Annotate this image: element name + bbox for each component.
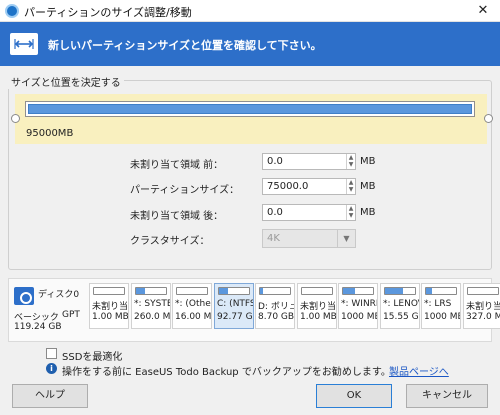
- partition-usage-fill: [343, 288, 355, 294]
- partition-size-input[interactable]: 75000.0 ▲ ▼: [262, 178, 356, 195]
- partition-name: *: WINRE: [341, 299, 377, 309]
- partition-size: 15.55 GB: [383, 312, 419, 322]
- partition-usage-bar: [301, 287, 333, 295]
- partition-usage-bar: [135, 287, 167, 295]
- disk-icon: [14, 287, 34, 305]
- right-resize-handle[interactable]: [484, 114, 493, 123]
- info-icon: i: [46, 363, 57, 374]
- unalloc-after-label: 未割り当て領域 後：: [130, 211, 224, 222]
- partition-name: *: (Other): [175, 299, 211, 309]
- partition-tile[interactable]: 未割り当て327.0 MB: [463, 283, 500, 329]
- partition-size: 16.00 MB: [175, 312, 211, 322]
- header-text: 新しいパーティションサイズと位置を確認して下さい。: [48, 39, 322, 52]
- product-page-link[interactable]: 製品ページへ: [389, 363, 449, 378]
- partition-name: *: LRS: [424, 299, 452, 309]
- partition-usage-fill: [260, 288, 263, 294]
- cluster-size-label: クラスタサイズ：: [130, 236, 210, 247]
- unalloc-before-input[interactable]: 0.0 ▲ ▼: [262, 153, 356, 170]
- partition-size: 8.70 GB: [258, 312, 294, 322]
- partition-name: C: (NTFS): [217, 299, 253, 309]
- partition-tile[interactable]: C: (NTFS) 92.77 GB: [214, 283, 254, 329]
- group-legend: サイズと位置を決定する: [8, 74, 124, 89]
- partition-usage-bar: [218, 287, 250, 295]
- partition-size: 1.00 MB: [92, 312, 128, 322]
- ssd-optimize-checkbox[interactable]: [46, 348, 57, 359]
- partition-tile[interactable]: 未割り当て1.00 MB: [89, 283, 129, 329]
- chevron-down-icon: ▼: [337, 230, 355, 247]
- partition-bar-fill[interactable]: [28, 104, 472, 114]
- header-banner: 新しいパーティションサイズと位置を確認して下さい。: [0, 22, 500, 66]
- disk-name: ディスク0: [38, 290, 80, 300]
- partition-name: 未割り当て: [92, 302, 128, 312]
- window-title: パーティションのサイズ調整/移動: [24, 6, 192, 19]
- partition-usage-bar: [467, 287, 499, 295]
- partition-tile[interactable]: D: ボリューム8.70 GB: [255, 283, 295, 329]
- partition-size: 92.77 GB: [217, 312, 253, 322]
- unit-label: MB: [360, 181, 376, 192]
- spin-arrows-icon[interactable]: ▲ ▼: [346, 154, 355, 169]
- partition-name: 未割り当て: [466, 302, 500, 312]
- unalloc-before-label: 未割り当て領域 前：: [130, 160, 224, 171]
- partition-name: *: SYSTEM: [134, 299, 170, 309]
- partition-bar[interactable]: [25, 101, 475, 117]
- partition-tile[interactable]: *: (Other) 16.00 MB: [172, 283, 212, 329]
- app-icon: [5, 4, 19, 18]
- disk-style: GPT: [62, 310, 80, 320]
- title-bar: パーティションのサイズ調整/移動 ✕: [0, 0, 500, 22]
- partition-usage-bar: [342, 287, 374, 295]
- spin-arrows-icon[interactable]: ▲ ▼: [346, 205, 355, 220]
- partition-tile[interactable]: *: SYSTEM 260.0 MB: [131, 283, 171, 329]
- partition-size: 1000 MB: [424, 312, 460, 322]
- partition-name: 未割り当て: [300, 302, 336, 312]
- spin-arrows-icon[interactable]: ▲ ▼: [346, 179, 355, 194]
- partition-usage-fill: [426, 288, 432, 294]
- unit-label: MB: [360, 156, 376, 167]
- partition-usage-fill: [219, 288, 228, 294]
- close-icon[interactable]: ✕: [466, 0, 500, 22]
- partition-name: *: LENOVO: [383, 299, 419, 309]
- left-resize-handle[interactable]: [11, 114, 20, 123]
- backup-recommend-text: 操作をする前に EaseUS Todo Backup でバックアップをお勧めしま…: [62, 367, 391, 378]
- disk-size: 119.24 GB: [14, 322, 62, 332]
- partition-size-label: 95000MB: [26, 128, 74, 139]
- partition-tile[interactable]: *: WINRE 1000 MB: [338, 283, 378, 329]
- partition-usage-fill: [385, 288, 403, 294]
- partition-tile[interactable]: *: LRS 1000 MB: [421, 283, 461, 329]
- partition-size: 327.0 MB: [466, 312, 500, 322]
- cluster-size-select[interactable]: 4K ▼: [262, 229, 356, 248]
- partition-size: 260.0 MB: [134, 312, 170, 322]
- ok-button[interactable]: OK: [316, 384, 392, 408]
- partition-usage-bar: [384, 287, 416, 295]
- partition-name: D: ボリューム: [258, 302, 294, 312]
- partition-size: 1000 MB: [341, 312, 377, 322]
- partition-usage-bar: [176, 287, 208, 295]
- disk-info: ディスク0 ベーシック GPT 119.24 GB: [11, 283, 85, 337]
- unalloc-after-input[interactable]: 0.0 ▲ ▼: [262, 204, 356, 221]
- partition-tile[interactable]: *: LENOVO 15.55 GB: [380, 283, 420, 329]
- partition-usage-bar: [425, 287, 457, 295]
- partition-size: 1.00 MB: [300, 312, 336, 322]
- ssd-optimize-label[interactable]: SSDを最適化: [62, 348, 122, 363]
- partition-usage-bar: [93, 287, 125, 295]
- partition-usage-bar: [259, 287, 291, 295]
- partition-usage-fill: [136, 288, 145, 294]
- partition-tile[interactable]: 未割り当て1.00 MB: [297, 283, 337, 329]
- resize-arrows-icon: [10, 33, 38, 55]
- partition-size-field-label: パーティションサイズ：: [130, 185, 240, 196]
- cancel-button[interactable]: キャンセル: [406, 384, 488, 408]
- unit-label: MB: [360, 207, 376, 218]
- help-button[interactable]: ヘルプ: [12, 384, 88, 408]
